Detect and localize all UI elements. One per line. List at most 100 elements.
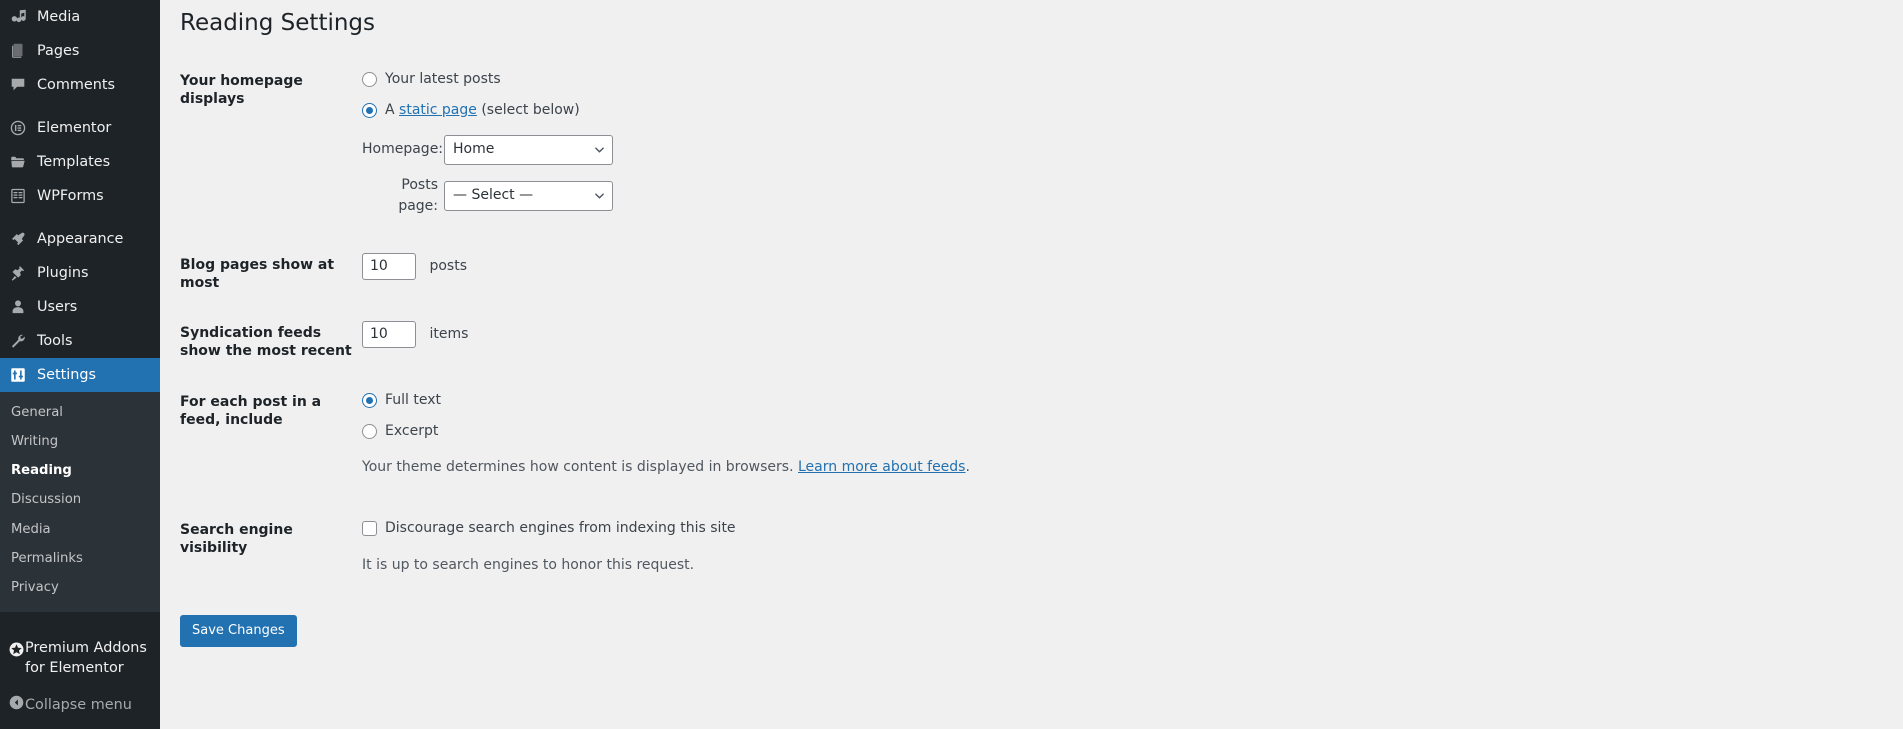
radio-latest-posts[interactable] — [362, 71, 377, 87]
sidebar-item-label: WPForms — [37, 187, 104, 204]
sidebar-item-users[interactable]: Users — [0, 290, 160, 324]
elementor-icon — [8, 118, 28, 138]
static-page-link[interactable]: static page — [399, 102, 477, 118]
radio-option-latest-posts[interactable]: Your latest posts — [362, 69, 1893, 90]
sidebar-item-label: Templates — [37, 153, 111, 170]
sidebar-item-premium-addons[interactable]: Premium Addons for Elementor — [0, 633, 160, 686]
row-homepage-displays: Your homepage displays Your latest posts… — [180, 56, 1903, 240]
cell-syndication: 10 items — [362, 308, 1903, 376]
sidebar-bottom-section: Premium Addons for Elementor Collapse me… — [0, 633, 160, 729]
learn-more-feeds-link[interactable]: Learn more about feeds — [798, 459, 965, 475]
sidebar-item-elementor[interactable]: Elementor — [0, 111, 160, 145]
posts-page-select-row: Posts page: — Select — — [362, 175, 1893, 217]
page-title: Reading Settings — [180, 10, 376, 36]
radio-option-full-text[interactable]: Full text — [362, 390, 1893, 411]
cell-homepage-displays: Your latest posts A static page (select … — [362, 56, 1903, 240]
sidebar-item-templates[interactable]: Templates — [0, 145, 160, 179]
premium-addons-star-icon — [8, 641, 25, 664]
premium-addons-label: Premium Addons for Elementor — [25, 640, 147, 676]
static-page-selectors: Homepage: Home Posts page: — Select — — [362, 134, 1893, 217]
label-feed-include: For each post in a feed, include — [180, 393, 322, 428]
posts-page-select-label: Posts page: — [398, 176, 438, 214]
submenu-item-general[interactable]: General — [0, 398, 160, 427]
homepage-select-row: Homepage: Home — [362, 134, 1893, 165]
search-visibility-description: It is up to search engines to honor this… — [362, 556, 695, 573]
admin-sidebar: Media Pages Comments Elementor Templates… — [0, 0, 168, 729]
save-changes-button[interactable]: Save Changes — [180, 614, 297, 647]
sidebar-item-appearance[interactable]: Appearance — [0, 222, 160, 256]
blog-pages-unit: posts — [429, 257, 467, 274]
posts-page-select-value: — Select — — [453, 187, 534, 204]
homepage-select-label: Homepage: — [362, 141, 444, 158]
cell-search-visibility: Discourage search engines from indexing … — [362, 505, 1903, 603]
collapse-arrow-icon — [8, 694, 25, 715]
sidebar-item-tools[interactable]: Tools — [0, 324, 160, 358]
sidebar-item-label: Plugins — [37, 264, 89, 281]
radio-static-page[interactable] — [362, 102, 377, 118]
radio-latest-posts-label: Your latest posts — [385, 70, 501, 87]
sidebar-item-plugins[interactable]: Plugins — [0, 256, 160, 290]
appearance-icon — [8, 229, 28, 249]
submenu-item-discussion[interactable]: Discussion — [0, 485, 160, 514]
sidebar-item-wpforms[interactable]: WPForms — [0, 179, 160, 213]
sidebar-item-label: Users — [37, 298, 78, 315]
reading-settings-form: Your homepage displays Your latest posts… — [180, 56, 1903, 603]
feed-include-description: Your theme determines how content is dis… — [362, 457, 1893, 478]
row-blog-pages: Blog pages show at most 10 posts — [180, 240, 1903, 308]
radio-full-text[interactable] — [362, 392, 377, 408]
submenu-item-permalinks[interactable]: Permalinks — [0, 544, 160, 573]
discourage-search-engines-checkbox[interactable] — [362, 520, 377, 536]
plugins-icon — [8, 263, 28, 283]
main-content: Reading Settings Your homepage displays … — [160, 0, 1903, 729]
sidebar-item-media[interactable]: Media — [0, 0, 160, 34]
cell-blog-pages: 10 posts — [362, 240, 1903, 308]
radio-full-text-label: Full text — [385, 391, 442, 408]
radio-option-excerpt[interactable]: Excerpt — [362, 421, 1893, 442]
wpforms-icon — [8, 186, 28, 206]
submenu-item-writing[interactable]: Writing — [0, 427, 160, 456]
label-search-visibility: Search engine visibility — [180, 521, 293, 556]
label-syndication: Syndication feeds show the most recent — [180, 325, 352, 360]
sidebar-item-label: Tools — [37, 332, 73, 349]
sidebar-item-settings[interactable]: Settings — [0, 358, 168, 392]
sidebar-item-label: Appearance — [37, 230, 124, 247]
chevron-down-icon — [595, 147, 604, 153]
sidebar-item-label: Comments — [37, 76, 116, 93]
static-suffix-text: (select below) — [476, 101, 580, 118]
settings-icon — [8, 365, 28, 385]
sidebar-separator — [0, 102, 160, 111]
sidebar-item-label: Pages — [37, 42, 80, 59]
sidebar-item-comments[interactable]: Comments — [0, 68, 160, 102]
sidebar-item-label: Media — [37, 8, 81, 25]
row-feed-include: For each post in a feed, include Full te… — [180, 377, 1903, 505]
homepage-select-value: Home — [453, 141, 495, 158]
feed-desc-suffix: . — [965, 458, 970, 475]
sidebar-separator — [0, 213, 160, 222]
pages-icon — [8, 41, 28, 61]
submenu-item-media[interactable]: Media — [0, 515, 160, 544]
radio-option-static-page[interactable]: A static page (select below) — [362, 100, 1893, 121]
collapse-menu-button[interactable]: Collapse menu — [0, 686, 160, 729]
blog-pages-input[interactable]: 10 — [362, 252, 416, 280]
discourage-search-engines-label: Discourage search engines from indexing … — [385, 519, 736, 536]
sidebar-item-label: Settings — [37, 366, 97, 383]
media-icon — [8, 7, 28, 27]
submenu-item-reading[interactable]: Reading — [0, 456, 160, 485]
sidebar-item-pages[interactable]: Pages — [0, 34, 160, 68]
posts-page-select[interactable]: — Select — — [444, 180, 613, 211]
tools-icon — [8, 331, 28, 351]
homepage-select[interactable]: Home — [444, 134, 613, 165]
row-search-visibility: Search engine visibility Discourage sear… — [180, 505, 1903, 603]
feed-desc-prefix: Your theme determines how content is dis… — [362, 458, 798, 475]
static-prefix-text: A — [385, 101, 400, 118]
chevron-down-icon — [595, 193, 604, 199]
submenu-item-privacy[interactable]: Privacy — [0, 573, 160, 602]
cell-feed-include: Full text Excerpt Your theme determines … — [362, 377, 1903, 505]
syndication-input[interactable]: 10 — [362, 321, 416, 349]
search-visibility-option[interactable]: Discourage search engines from indexing … — [362, 518, 1893, 539]
submit-section: Save Changes — [180, 607, 1903, 647]
radio-excerpt[interactable] — [362, 423, 377, 439]
label-homepage-displays: Your homepage displays — [180, 72, 303, 108]
radio-excerpt-label: Excerpt — [385, 422, 439, 439]
comments-icon — [8, 75, 28, 95]
